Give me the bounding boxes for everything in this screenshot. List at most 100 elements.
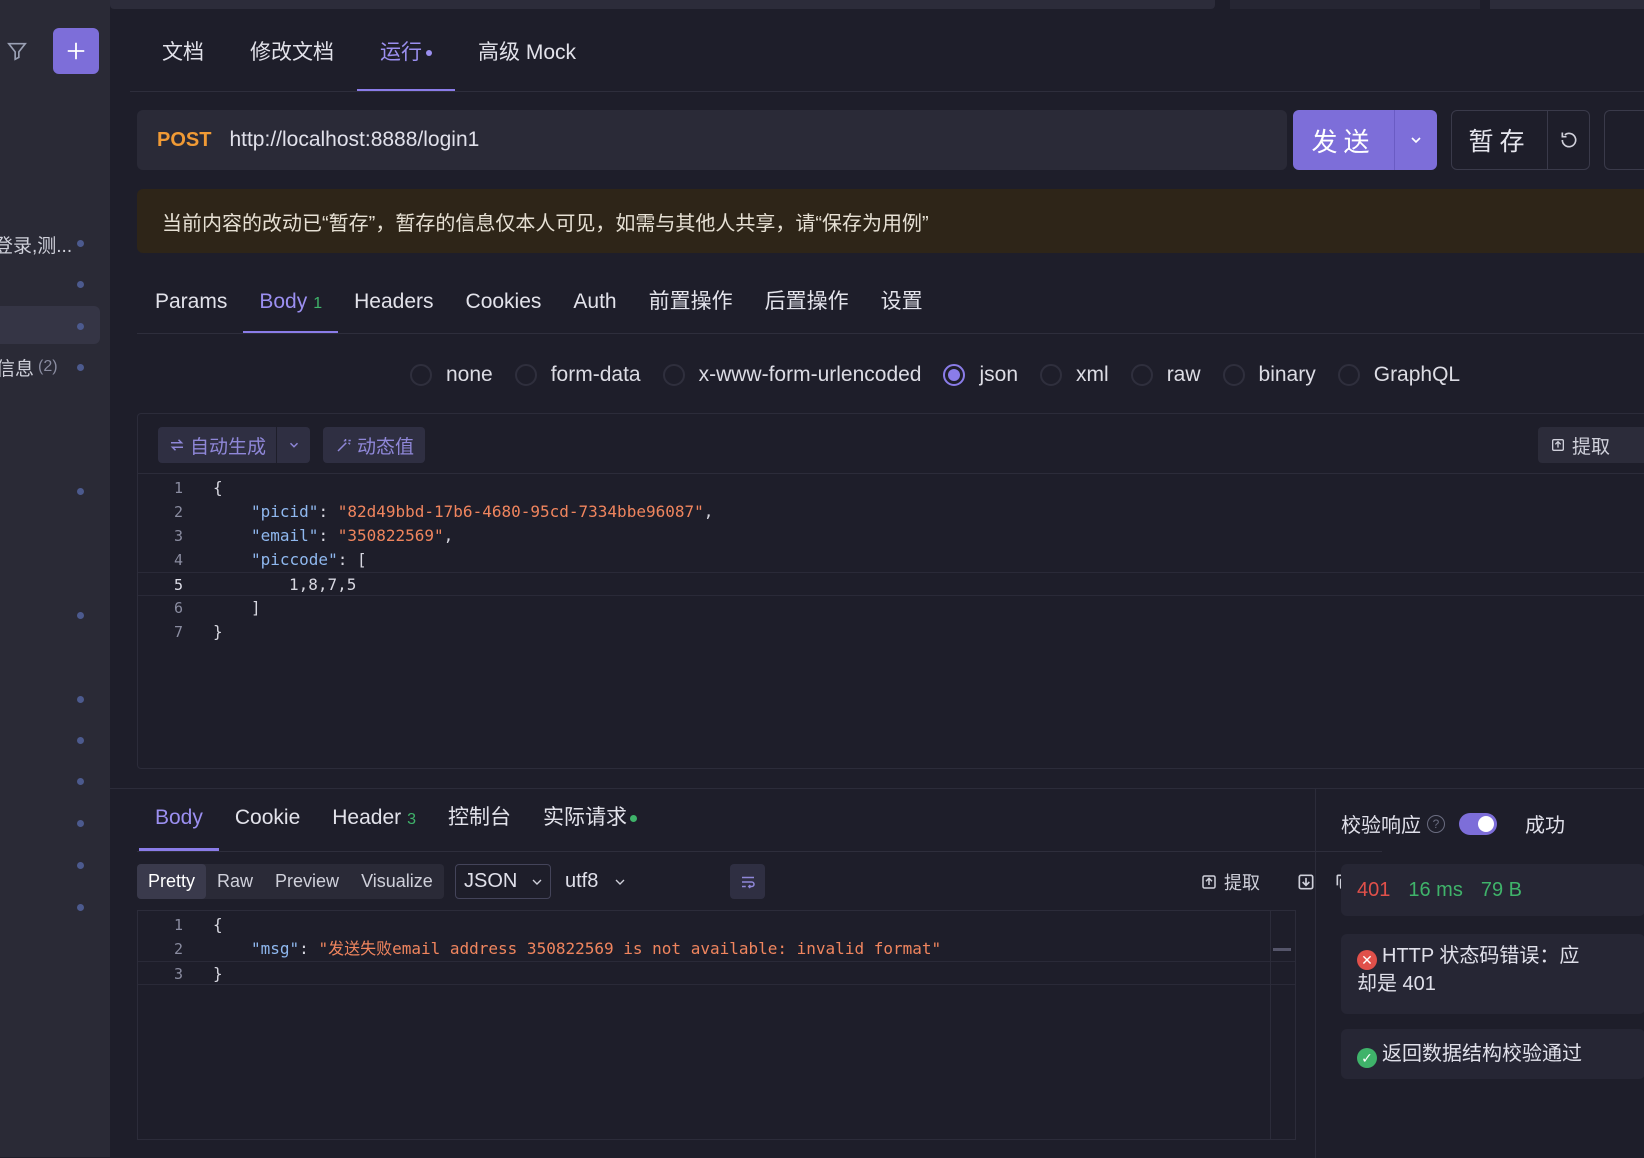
status-dot	[77, 488, 84, 495]
request-tabs: Params Body 1 Headers Cookies Auth 前置操作 后…	[139, 272, 939, 334]
error-card: ✕ HTTP 状态码错误：应 却是 401	[1341, 934, 1644, 1014]
extract-icon	[1552, 439, 1564, 451]
status-dot	[77, 904, 84, 911]
response-stats: 401 16 ms 79 B	[1341, 864, 1644, 916]
filter-icon[interactable]	[0, 28, 34, 74]
status-dot	[77, 240, 84, 247]
extract-icon	[1202, 874, 1216, 889]
tab-params[interactable]: Params	[139, 272, 243, 334]
word-wrap-button[interactable]	[730, 864, 765, 899]
tab-actual-request[interactable]: 实际请求	[527, 789, 653, 851]
validation-panel: 校验响应 ? 成功 401 16 ms 79 B ✕ HTTP 状态码错误：应 却…	[1315, 789, 1644, 1158]
tab-pre-actions[interactable]: 前置操作	[633, 272, 749, 334]
status-dot	[77, 281, 84, 288]
radio-binary[interactable]: binary	[1222, 363, 1316, 387]
code-line: 2 "picid": "82d49bbd-17b6-4680-95cd-7334b…	[173, 502, 714, 521]
radio-none[interactable]: none	[410, 363, 493, 387]
format-select[interactable]: JSON	[455, 864, 551, 899]
sidebar-item[interactable]: 登录,测...	[0, 225, 100, 263]
sidebar-item[interactable]: 信息 (2)	[0, 348, 100, 386]
extract-button[interactable]: 提取	[1200, 869, 1278, 895]
code-line: 6]	[173, 598, 261, 617]
response-panel: Body Cookie Header 3 控制台 实际请求 Pretty Raw …	[110, 788, 1644, 1158]
plus-icon	[67, 42, 85, 60]
tab-auth[interactable]: Auth	[557, 272, 632, 334]
radio-graphql[interactable]: GraphQL	[1337, 363, 1460, 387]
response-tabs: Body Cookie Header 3 控制台 实际请求	[139, 789, 653, 851]
radio-raw[interactable]: raw	[1130, 363, 1201, 387]
status-dot	[77, 862, 84, 869]
url-input[interactable]: http://localhost:8888/login1	[229, 128, 479, 152]
status-dot	[77, 323, 84, 330]
tab-settings[interactable]: 设置	[865, 272, 939, 334]
chevron-down-icon[interactable]	[1395, 110, 1437, 170]
method-select[interactable]: POST	[157, 129, 211, 152]
sidebar-item-selected[interactable]	[0, 306, 100, 344]
tab-resp-cookie[interactable]: Cookie	[219, 789, 316, 851]
swap-icon	[170, 439, 184, 451]
tab-edit-doc[interactable]: 修改文档	[227, 30, 357, 92]
chevron-down-icon[interactable]	[277, 427, 310, 463]
code-line: 7}	[173, 622, 223, 641]
encoding-select[interactable]: utf8	[565, 864, 628, 899]
tab-run[interactable]: 运行	[357, 30, 455, 92]
tab-doc[interactable]: 文档	[139, 30, 227, 92]
scrollbar[interactable]	[1270, 910, 1292, 1140]
status-dot	[77, 364, 84, 371]
view-visualize[interactable]: Visualize	[350, 864, 444, 899]
response-body-viewer[interactable]: 1{ 2 "msg": "发送失败email address 350822569 …	[137, 910, 1296, 1140]
check-icon: ✓	[1357, 1048, 1377, 1068]
sidebar: 登录,测... 信息 (2)	[0, 0, 110, 1157]
url-bar[interactable]: POST http://localhost:8888/login1	[137, 110, 1287, 170]
tab-console[interactable]: 控制台	[432, 789, 527, 851]
magic-wand-icon	[337, 439, 351, 452]
unsaved-dot	[426, 50, 432, 57]
tab-post-actions[interactable]: 后置操作	[749, 272, 865, 334]
draft-notice: 当前内容的改动已“暂存”，暂存的信息仅本人可见，如需与其他人共享，请“保存为用例…	[137, 189, 1644, 253]
view-raw[interactable]: Raw	[206, 864, 264, 899]
radio-x-www-form-urlencoded[interactable]: x-www-form-urlencoded	[662, 363, 921, 387]
add-button[interactable]	[53, 28, 99, 74]
chevron-down-icon	[532, 879, 542, 885]
tab-resp-body[interactable]: Body	[139, 789, 219, 851]
status-dot	[77, 612, 84, 619]
radio-form-data[interactable]: form-data	[514, 363, 641, 387]
view-pretty[interactable]: Pretty	[137, 864, 207, 899]
code-line: 1{	[173, 915, 223, 934]
status-code: 401	[1357, 878, 1391, 901]
reset-icon[interactable]	[1548, 111, 1589, 169]
doc-tabs: 文档 修改文档 运行 高级 Mock	[139, 30, 599, 92]
save-draft-button[interactable]: 暂存	[1451, 110, 1590, 170]
extract-button[interactable]: 提取	[1538, 427, 1644, 463]
auto-generate-button[interactable]: 自动生成	[158, 427, 276, 463]
tab-resp-header[interactable]: Header 3	[316, 789, 432, 851]
status-dot	[77, 737, 84, 744]
status-dot	[77, 778, 84, 785]
dynamic-value-button[interactable]: 动态值	[323, 427, 425, 463]
more-button[interactable]	[1604, 110, 1644, 170]
code-line: 3 "email": "350822569",	[173, 526, 454, 545]
request-body-editor[interactable]: 自动生成 动态值 提取 1{ 2 "picid": "82d49bbd-17b6-…	[137, 413, 1644, 769]
wrap-icon	[741, 876, 755, 889]
success-card: ✓ 返回数据结构校验通过	[1341, 1029, 1644, 1079]
code-area[interactable]: 1{ 2 "picid": "82d49bbd-17b6-4680-95cd-73…	[138, 476, 1644, 644]
code-line: 4 "piccode": [	[173, 550, 367, 569]
radio-json[interactable]: json	[943, 363, 1018, 387]
tab-body[interactable]: Body 1	[243, 272, 338, 334]
tab-cookies[interactable]: Cookies	[450, 272, 558, 334]
status-dot	[77, 820, 84, 827]
send-button[interactable]: 发送	[1293, 110, 1437, 170]
editor-toolbar: 自动生成 动态值 提取	[138, 414, 1644, 474]
status-dot	[630, 814, 638, 822]
help-icon[interactable]: ?	[1427, 814, 1445, 833]
code-line-current: 5 1,8,7,5	[138, 572, 1644, 596]
body-type-radios: none form-data x-www-form-urlencoded jso…	[410, 355, 1482, 395]
tab-headers[interactable]: Headers	[338, 272, 449, 334]
validate-toggle[interactable]	[1459, 812, 1497, 835]
tab-advanced-mock[interactable]: 高级 Mock	[455, 30, 599, 92]
view-preview[interactable]: Preview	[264, 864, 350, 899]
view-mode-switch: Pretty Raw Preview Visualize	[137, 864, 444, 899]
response-size: 79 B	[1480, 878, 1522, 901]
download-icon[interactable]	[1296, 872, 1316, 892]
radio-xml[interactable]: xml	[1040, 363, 1109, 387]
